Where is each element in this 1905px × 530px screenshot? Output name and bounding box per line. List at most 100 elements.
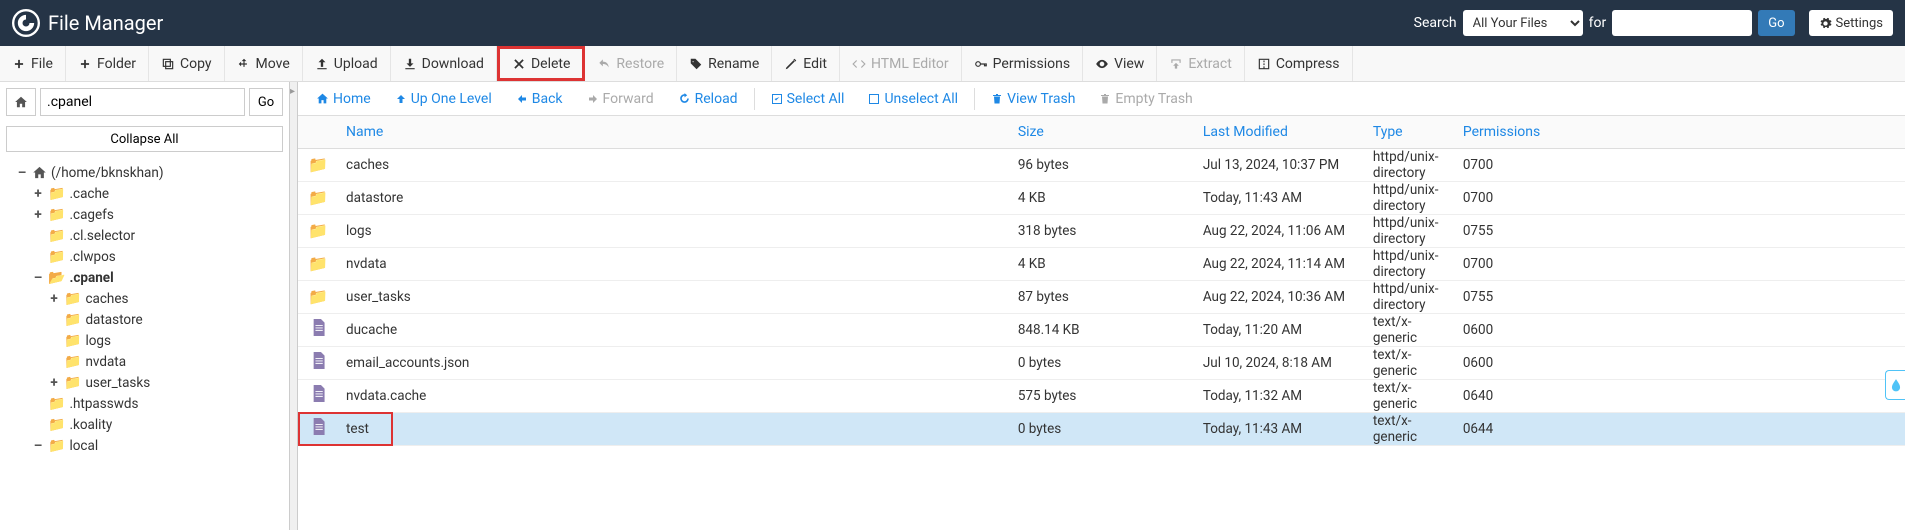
splitter-handle[interactable]	[290, 82, 298, 530]
tree-label: .cl.selector	[69, 228, 135, 244]
toolbar-extract-button: Extract	[1157, 46, 1244, 81]
path-go-button[interactable]: Go	[249, 88, 283, 116]
compress-icon	[1257, 57, 1271, 71]
tree-label: local	[69, 438, 98, 454]
toolbar-folder-button[interactable]: Folder	[66, 46, 149, 81]
file-type: text/x-generic	[1365, 379, 1455, 412]
toolbar-rename-button[interactable]: Rename	[677, 46, 772, 81]
code-icon	[852, 57, 866, 71]
file-icon	[311, 355, 326, 373]
tree-node[interactable]: +📁.cache	[4, 183, 285, 204]
tree-toggle[interactable]: +	[32, 207, 44, 223]
tree-node[interactable]: 📁.htpasswds	[4, 393, 285, 414]
file-size: 96 bytes	[1010, 148, 1195, 181]
download-icon	[403, 57, 417, 71]
table-row[interactable]: email_accounts.json0 bytesJul 10, 2024, …	[298, 346, 1905, 379]
column-header-type[interactable]: Type	[1365, 116, 1455, 148]
folder-icon: 📁	[64, 312, 81, 328]
table-row[interactable]: 📁logs318 bytesAug 22, 2024, 11:06 AMhttp…	[298, 214, 1905, 247]
tree-label: .cpanel	[69, 270, 113, 286]
home-icon	[316, 92, 329, 105]
file-size: 4 KB	[1010, 247, 1195, 280]
unselect-all-button[interactable]: Unselect All	[858, 82, 968, 115]
tree-toggle[interactable]: +	[32, 186, 44, 202]
toolbar-edit-button[interactable]: Edit	[772, 46, 840, 81]
column-header-last-modified[interactable]: Last Modified	[1195, 116, 1365, 148]
toolbar-view-button[interactable]: View	[1083, 46, 1157, 81]
tree-node[interactable]: 📁datastore	[4, 309, 285, 330]
table-row[interactable]: 📁user_tasks87 bytesAug 22, 2024, 10:36 A…	[298, 280, 1905, 313]
support-tab[interactable]	[1885, 370, 1905, 400]
tree-toggle[interactable]: –	[32, 270, 44, 286]
tree-toggle[interactable]: –	[16, 165, 28, 181]
folder-icon: 📁	[64, 375, 81, 391]
tree-label: .cache	[69, 186, 109, 202]
folder-icon: 📁	[308, 254, 328, 273]
home-path-button[interactable]	[6, 88, 36, 116]
file-name: user_tasks	[338, 280, 1010, 313]
tree-toggle[interactable]: –	[32, 438, 44, 454]
nav-back-button[interactable]: Back	[506, 82, 573, 115]
key-icon	[974, 57, 988, 71]
tree-node[interactable]: 📁.clwpos	[4, 246, 285, 267]
tree-toggle[interactable]: +	[48, 291, 60, 307]
table-row[interactable]: nvdata.cache575 bytesToday, 11:32 AMtext…	[298, 379, 1905, 412]
file-size: 0 bytes	[1010, 412, 1195, 445]
file-type: httpd/unix-directory	[1365, 214, 1455, 247]
toolbar-delete-button[interactable]: Delete	[497, 46, 585, 81]
droplet-icon	[1889, 378, 1903, 392]
sidebar: Go Collapse All –(/home/bknskhan)+📁.cach…	[0, 82, 290, 530]
table-row[interactable]: test0 bytesToday, 11:43 AMtext/x-generic…	[298, 412, 1905, 445]
search-go-button[interactable]: Go	[1758, 10, 1794, 36]
view-trash-button[interactable]: View Trash	[981, 82, 1085, 115]
tree-node[interactable]: 📁logs	[4, 330, 285, 351]
path-input[interactable]	[40, 88, 245, 116]
toolbar-compress-button[interactable]: Compress	[1245, 46, 1353, 81]
file-perms: 0600	[1455, 346, 1905, 379]
undo-icon	[597, 57, 611, 71]
nav-home-button[interactable]: Home	[306, 82, 381, 115]
search-scope-select[interactable]: All Your Files	[1463, 10, 1583, 36]
tree-node[interactable]: 📁.koality	[4, 414, 285, 435]
tree-node[interactable]: 📁nvdata	[4, 351, 285, 372]
folder-icon: 📁	[48, 228, 65, 244]
tree-node[interactable]: 📁.cl.selector	[4, 225, 285, 246]
tree-node[interactable]: +📁user_tasks	[4, 372, 285, 393]
plus-icon	[78, 57, 92, 71]
file-size: 0 bytes	[1010, 346, 1195, 379]
tree-node[interactable]: –(/home/bknskhan)	[4, 162, 285, 183]
toolbar-file-button[interactable]: File	[0, 46, 66, 81]
table-row[interactable]: 📁caches96 bytesJul 13, 2024, 10:37 PMhtt…	[298, 148, 1905, 181]
toolbar-upload-button[interactable]: Upload	[303, 46, 391, 81]
folder-icon: 📁	[48, 438, 65, 454]
settings-button[interactable]: Settings	[1809, 10, 1893, 36]
folder-icon: 📁	[64, 333, 81, 349]
column-header-size[interactable]: Size	[1010, 116, 1195, 148]
table-row[interactable]: ducache848.14 KBToday, 11:20 AMtext/x-ge…	[298, 313, 1905, 346]
toolbar-download-button[interactable]: Download	[391, 46, 497, 81]
tree-node[interactable]: +📁caches	[4, 288, 285, 309]
tree-node[interactable]: –📁local	[4, 435, 285, 456]
nav-up-button[interactable]: Up One Level	[385, 82, 502, 115]
col-icon	[298, 116, 338, 148]
column-header-name[interactable]: Name	[338, 116, 1010, 148]
tree-toggle[interactable]: +	[48, 375, 60, 391]
table-row[interactable]: 📁nvdata4 KBAug 22, 2024, 11:14 AMhttpd/u…	[298, 247, 1905, 280]
trash-icon	[991, 93, 1003, 105]
file-name: email_accounts.json	[338, 346, 1010, 379]
table-row[interactable]: 📁datastore4 KBToday, 11:43 AMhttpd/unix-…	[298, 181, 1905, 214]
toolbar-move-button[interactable]: Move	[225, 46, 303, 81]
toolbar-copy-button[interactable]: Copy	[149, 46, 225, 81]
tree-label: .htpasswds	[69, 396, 138, 412]
collapse-all-button[interactable]: Collapse All	[6, 126, 283, 152]
toolbar-permissions-button[interactable]: Permissions	[962, 46, 1083, 81]
arrow-up-icon	[395, 93, 407, 105]
toolbar-html-editor-button: HTML Editor	[840, 46, 962, 81]
search-input[interactable]	[1612, 10, 1752, 36]
select-all-button[interactable]: Select All	[761, 82, 855, 115]
tree-node[interactable]: –📂.cpanel	[4, 267, 285, 288]
column-header-permissions[interactable]: Permissions	[1455, 116, 1905, 148]
eye-icon	[1095, 57, 1109, 71]
tree-node[interactable]: +📁.cagefs	[4, 204, 285, 225]
nav-reload-button[interactable]: Reload	[668, 82, 748, 115]
